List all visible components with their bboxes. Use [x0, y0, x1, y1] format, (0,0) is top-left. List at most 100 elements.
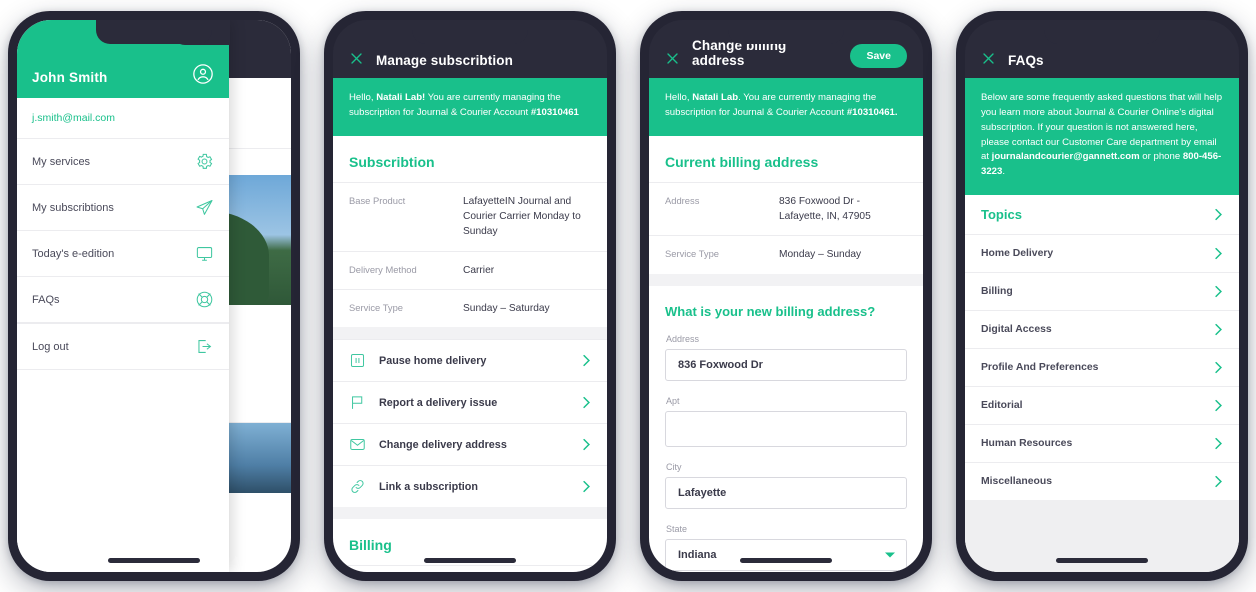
state-select[interactable]: Indiana	[665, 538, 907, 571]
billing-row: Next Payment $35 due on Jun 10 2017	[333, 565, 607, 572]
gear-icon	[195, 152, 214, 171]
faq-topic-editorial[interactable]: Editorial	[965, 386, 1239, 424]
faq-intro-mid: or phone	[1139, 151, 1183, 163]
apt-input[interactable]	[665, 410, 907, 447]
action-label: Link a subscription	[379, 480, 478, 493]
detail-row: Service Type Monday – Sunday	[649, 235, 923, 273]
chevron-right-icon	[1214, 437, 1223, 450]
sidebar-item-faqs[interactable]: FAQs	[17, 277, 229, 323]
sidebar-item-log-out[interactable]: Log out	[17, 323, 229, 370]
chevron-down-icon	[885, 552, 895, 558]
banner-account: #10310461.	[846, 106, 898, 118]
detail-row: Delivery Method Carrier	[333, 250, 607, 289]
lifebuoy-icon	[195, 290, 214, 309]
logout-icon	[195, 337, 214, 356]
detail-row: Service Type Sunday – Saturday	[333, 288, 607, 327]
action-label: Pause home delivery	[379, 354, 487, 367]
chevron-right-icon	[1214, 475, 1223, 488]
phone-1-screen: Hi, J Select A You can m and clickin Dis…	[17, 20, 291, 572]
section-title-current-address: Current billing address	[665, 153, 819, 170]
home-indicator	[1056, 558, 1148, 563]
sidebar-item-e-edition[interactable]: Today's e-edition	[17, 231, 229, 277]
faq-topic-label: Billing	[981, 286, 1013, 298]
banner-account: #10310461	[530, 106, 579, 118]
section-divider	[649, 273, 923, 286]
sidebar-item-label: My subscribtions	[32, 201, 114, 214]
phone-2-manage-subscription: Manage subscribtion Hello, Natali Lab! Y…	[324, 11, 616, 581]
detail-row: Address 836 Foxwood Dr - Lafayette, IN, …	[649, 181, 923, 236]
action-link-subscription[interactable]: Link a subscription	[333, 465, 607, 507]
detail-key: Service Type	[349, 301, 404, 313]
close-icon[interactable]	[349, 51, 364, 66]
faq-topic-digital-access[interactable]: Digital Access	[965, 310, 1239, 348]
faq-intro-post: .	[1002, 166, 1006, 178]
faq-topic-label: Profile And Preferences	[981, 362, 1099, 374]
chevron-right-icon	[1214, 361, 1223, 374]
drawer-email: j.smith@mail.com	[17, 98, 229, 139]
detail-value: 836 Foxwood Dr - Lafayette, IN, 47905	[779, 195, 871, 223]
chevron-right-icon	[582, 480, 591, 493]
device-notch	[728, 20, 844, 44]
faq-topic-profile-and-preferences[interactable]: Profile And Preferences	[965, 348, 1239, 386]
field-label: City	[666, 461, 682, 472]
field-label: Address	[666, 333, 700, 344]
faq-topic-home-delivery[interactable]: Home Delivery	[965, 234, 1239, 272]
sidebar-item-my-services[interactable]: My services	[17, 139, 229, 185]
field-label: Apt	[666, 395, 680, 406]
faq-topic-label: Digital Access	[981, 324, 1052, 336]
field-label: State	[666, 523, 688, 534]
banner-name: Natali Lab	[692, 92, 739, 103]
paper-plane-icon	[195, 198, 214, 217]
phones-showcase: Hi, J Select A You can m and clickin Dis…	[0, 0, 1256, 592]
detail-key: Delivery Method	[349, 263, 417, 275]
banner-name: Natali Lab!	[376, 92, 426, 103]
close-icon[interactable]	[665, 51, 680, 66]
city-input[interactable]: Lafayette	[665, 476, 907, 509]
faq-intro-banner: Below are some frequently asked question…	[965, 78, 1239, 196]
phone-4-screen: FAQs Below are some frequently asked que…	[965, 20, 1239, 572]
flag-icon	[349, 394, 366, 411]
chevron-right-icon	[1214, 399, 1223, 412]
phone-3-screen: Change billing address Save Hello, Natal…	[649, 20, 923, 572]
content: Below are some frequently asked question…	[965, 78, 1239, 572]
phone-4-faqs: FAQs Below are some frequently asked que…	[956, 11, 1248, 581]
field-state: State Indiana	[649, 524, 923, 572]
address-input[interactable]: 836 Foxwood Dr	[665, 348, 907, 381]
account-banner: Hello, Natali Lab. You are currently man…	[649, 78, 923, 136]
sidebar-item-label: Today's e-edition	[32, 247, 115, 260]
faq-topic-label: Home Delivery	[981, 248, 1054, 260]
content: Hello, Natali Lab! You are currently man…	[333, 78, 607, 572]
faq-topic-billing[interactable]: Billing	[965, 272, 1239, 310]
envelope-icon	[349, 436, 366, 453]
topics-label: Topics	[981, 207, 1022, 223]
home-indicator	[424, 558, 516, 563]
page-title: Manage subscribtion	[376, 53, 513, 68]
faq-topic-human-resources[interactable]: Human Resources	[965, 424, 1239, 462]
chevron-right-icon	[1214, 208, 1223, 221]
device-notch	[1044, 20, 1160, 44]
faq-topics-header[interactable]: Topics	[965, 195, 1239, 234]
action-label: Report a delivery issue	[379, 396, 498, 409]
monitor-icon	[195, 244, 214, 263]
detail-value: Carrier	[463, 264, 495, 276]
section-divider	[333, 327, 607, 340]
action-change-delivery-address[interactable]: Change delivery address	[333, 423, 607, 465]
detail-value: Monday – Sunday	[779, 249, 862, 261]
action-pause-home-delivery[interactable]: Pause home delivery	[333, 339, 607, 381]
phone-1-menu: Hi, J Select A You can m and clickin Dis…	[8, 11, 300, 581]
home-indicator	[740, 558, 832, 563]
sidebar-item-my-subscriptions[interactable]: My subscribtions	[17, 185, 229, 231]
page-title: FAQs	[1008, 53, 1044, 68]
chevron-right-icon	[1214, 285, 1223, 298]
faq-topic-label: Miscellaneous	[981, 476, 1053, 488]
save-button[interactable]: Save	[850, 44, 907, 68]
faq-topic-miscellaneous[interactable]: Miscellaneous	[965, 462, 1239, 500]
detail-value: Sunday – Saturday	[463, 302, 550, 314]
close-icon[interactable]	[981, 51, 996, 66]
field-apt: Apt	[649, 396, 923, 451]
action-report-delivery-issue[interactable]: Report a delivery issue	[333, 381, 607, 423]
drawer-filler	[17, 370, 229, 572]
user-circle-icon[interactable]	[192, 63, 214, 85]
chevron-right-icon	[582, 396, 591, 409]
account-banner: Hello, Natali Lab! You are currently man…	[333, 78, 607, 136]
